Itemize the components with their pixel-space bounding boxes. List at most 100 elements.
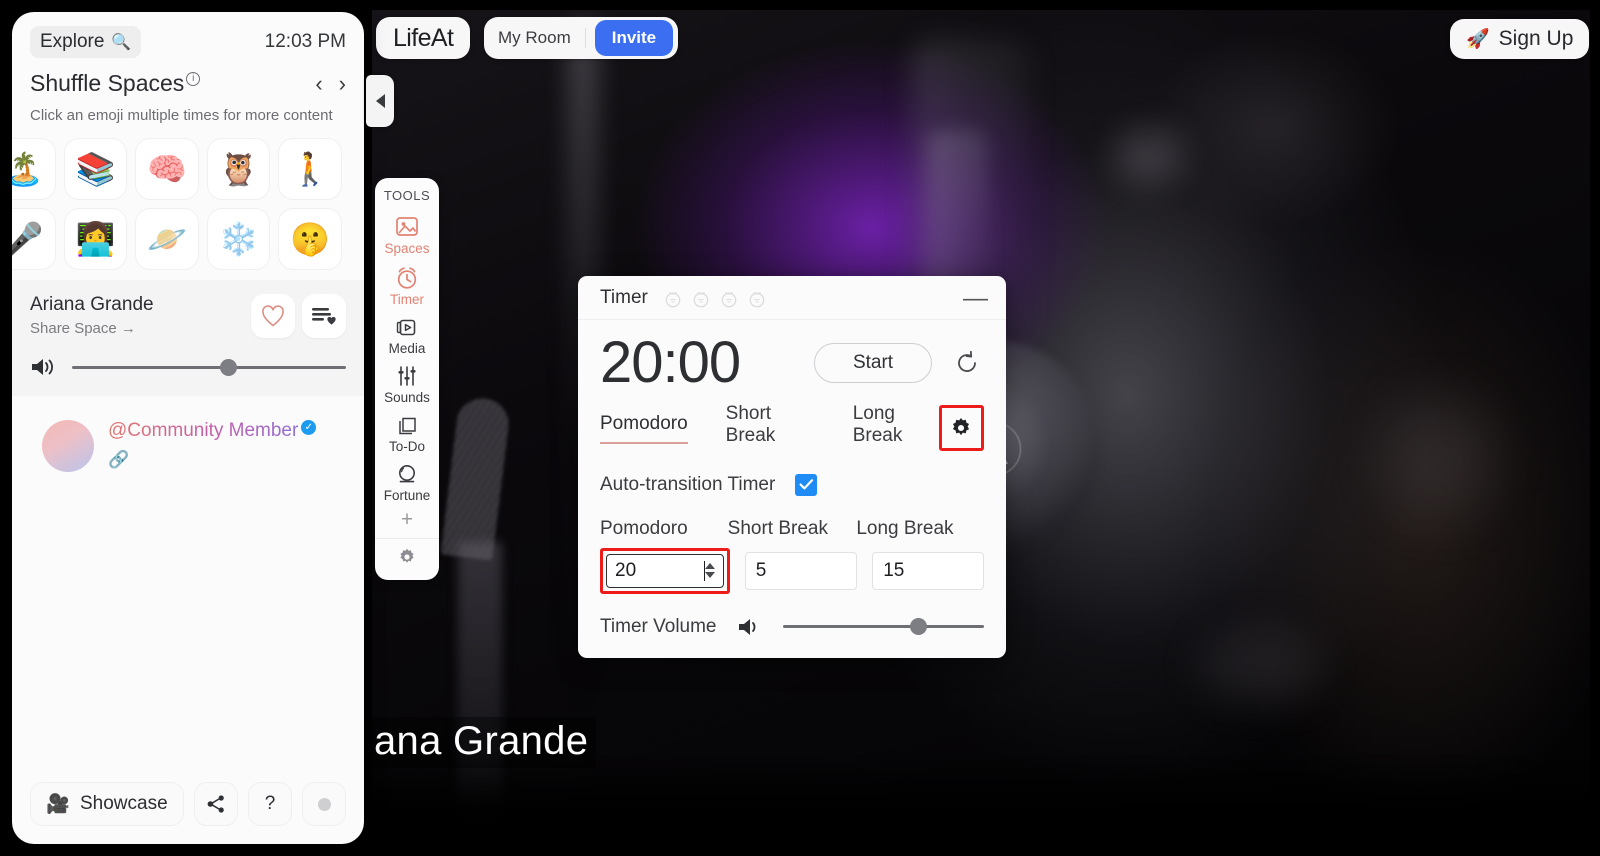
tools-title: TOOLS (383, 188, 431, 203)
shuffle-hint: Click an emoji multiple times for more c… (30, 107, 333, 124)
invite-button[interactable]: Invite (594, 20, 674, 56)
my-room-button[interactable]: My Room (498, 28, 586, 48)
info-circle-icon[interactable]: i (186, 72, 201, 86)
duration-headers: Pomodoro Short Break Long Break (600, 518, 984, 540)
speaker-icon (32, 359, 53, 375)
sign-up-button[interactable]: 🚀 Sign Up (1450, 19, 1590, 59)
image-icon (396, 217, 418, 236)
tool-spaces[interactable]: Spaces (375, 209, 439, 260)
stepper-up-icon[interactable] (705, 563, 716, 570)
duration-inputs: 20 5 15 (600, 547, 985, 594)
tool-label: Timer (390, 292, 424, 307)
rocket-icon: 🚀 (1466, 29, 1490, 50)
notes-icon (399, 417, 416, 435)
emoji-cell[interactable]: 🦉 (206, 138, 271, 200)
gear-icon (400, 548, 414, 563)
video-caption: ana Grande (372, 717, 597, 768)
shuffle-spaces-label: Shuffle Spaces (30, 70, 185, 96)
tab-pomodoro[interactable]: Pomodoro (600, 413, 688, 444)
share-space-link[interactable]: Share Space → (30, 320, 154, 337)
quantity-stepper[interactable] (705, 563, 716, 579)
sign-up-label: Sign Up (1498, 27, 1574, 50)
auto-transition-checkbox[interactable] (795, 473, 818, 496)
status-dot-icon (317, 797, 331, 811)
brand-logo[interactable]: LifeAt (376, 17, 471, 59)
timer-volume-thumb[interactable] (909, 618, 927, 636)
emoji-cell[interactable]: 🤫 (278, 208, 342, 270)
favorite-button[interactable] (251, 294, 295, 338)
space-meta: Ariana Grande Share Space → (30, 294, 154, 337)
share-button[interactable] (194, 782, 238, 826)
auto-transition-row: Auto-transition Timer (600, 473, 984, 496)
emoji-cell[interactable]: 🎤 (12, 208, 56, 270)
emoji-cell[interactable]: 🚶 (278, 138, 342, 200)
tomato-icon (693, 291, 709, 307)
playlist-button[interactable] (302, 294, 346, 338)
tools-rail: TOOLS Spaces Timer Media Sounds To-Do Fo… (375, 178, 439, 580)
playlist-heart-icon (312, 308, 336, 325)
space-volume-slider[interactable] (72, 358, 346, 376)
help-button[interactable]: ? (248, 782, 292, 826)
tool-label: To-Do (388, 439, 425, 454)
emoji-cell[interactable]: 🪐 (135, 208, 199, 270)
chevron-left-icon[interactable]: ‹ (315, 72, 322, 95)
emoji-cell[interactable]: 👩‍💻 (63, 208, 128, 270)
reset-button[interactable] (950, 346, 984, 380)
emoji-cell[interactable]: ❄️ (206, 208, 271, 270)
tab-long-break[interactable]: Long Break (853, 403, 939, 454)
timer-display: 20:00 (600, 330, 741, 395)
status-button[interactable] (302, 782, 346, 826)
tool-media[interactable]: Media (375, 311, 439, 360)
add-tool-button[interactable]: + (401, 507, 413, 538)
timer-panel: Timer — 20:00 Start Pomodoro Short Break… (578, 276, 1006, 658)
space-info-panel: Ariana Grande Share Space → (12, 280, 364, 396)
tool-sounds[interactable]: Sounds (375, 360, 439, 409)
start-button[interactable]: Start (814, 343, 932, 384)
room-controls: My Room Invite (484, 17, 679, 59)
long-break-duration-input[interactable]: 15 (872, 551, 985, 590)
sidebar-top-row: Explore 🔍 12:03 PM (30, 26, 346, 58)
space-info-row: Ariana Grande Share Space → (30, 294, 346, 338)
chevron-right-icon[interactable]: › (339, 72, 346, 95)
tool-todo[interactable]: To-Do (375, 409, 439, 458)
tool-label: Spaces (384, 241, 430, 256)
explore-button[interactable]: Explore 🔍 (30, 26, 142, 58)
short-break-duration-input[interactable]: 5 (744, 551, 857, 590)
shuffle-nav: ‹ › (315, 72, 346, 95)
pomodoro-duration-highlight: 20 (600, 547, 731, 594)
sidebar-collapse-button[interactable] (366, 75, 394, 127)
avatar[interactable] (42, 420, 94, 472)
headphone-band-inner-shape (928, 130, 988, 300)
timer-panel-header: Timer — (578, 276, 1006, 320)
alarm-clock-icon (397, 267, 417, 289)
tools-settings-button[interactable] (398, 539, 416, 580)
pomodoro-duration-value: 20 (615, 559, 637, 581)
member-row: @Community Member ✓ 🔗 (12, 396, 364, 472)
emoji-cell[interactable]: 🏝️ (12, 138, 56, 200)
shuffle-row: Shuffle Spaces i ‹ › (30, 70, 346, 97)
crystal-ball-icon (399, 465, 415, 483)
media-player-icon (396, 319, 416, 336)
timer-settings-button[interactable] (938, 405, 984, 452)
tab-short-break[interactable]: Short Break (726, 403, 815, 454)
showcase-button[interactable]: 🎥 Showcase (30, 782, 184, 826)
left-sidebar: Explore 🔍 12:03 PM Shuffle Spaces i ‹ › … (12, 12, 364, 844)
pomodoro-marks (662, 288, 768, 308)
link-icon[interactable]: 🔗 (108, 450, 316, 470)
emoji-cell[interactable]: 🧠 (135, 138, 199, 200)
stepper-down-icon[interactable] (705, 572, 716, 579)
timer-volume-label: Timer Volume (600, 615, 717, 637)
video-highlight-1 (1114, 128, 1184, 184)
sidebar-header: Explore 🔍 12:03 PM Shuffle Spaces i ‹ › … (12, 12, 364, 270)
tool-timer[interactable]: Timer (375, 260, 439, 311)
timer-volume-slider[interactable] (782, 618, 984, 636)
emoji-cell[interactable]: 📚 (63, 138, 128, 200)
tool-fortune[interactable]: Fortune (375, 458, 439, 507)
timer-main-row: 20:00 Start (600, 330, 984, 395)
pomodoro-duration-input[interactable]: 20 (606, 553, 725, 588)
tool-label: Sounds (384, 390, 430, 405)
tool-label: Fortune (383, 488, 431, 503)
space-volume-thumb[interactable] (220, 358, 238, 376)
minimize-icon[interactable]: — (963, 285, 988, 310)
member-handle[interactable]: @Community Member (108, 420, 298, 441)
